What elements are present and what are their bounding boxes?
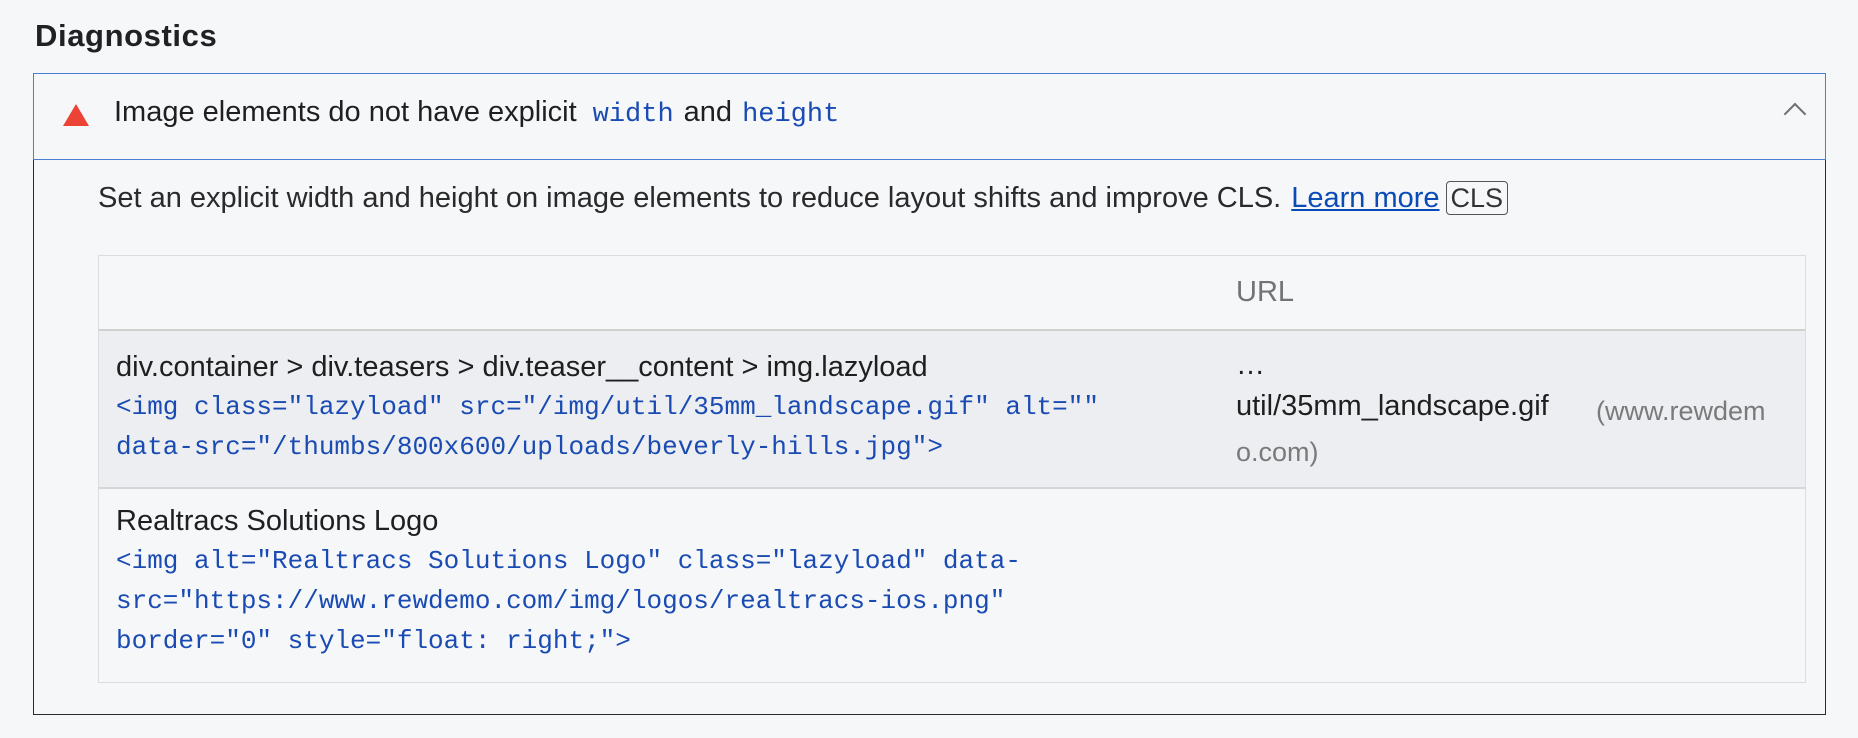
node-label: Realtracs Solutions Logo — [116, 505, 439, 537]
chevron-up-icon[interactable] — [1783, 102, 1807, 126]
table-row: div.container > div.teasers > div.teaser… — [99, 331, 1805, 489]
url-ellipsis: … — [1236, 349, 1265, 381]
description-text: Set an explicit width and height on imag… — [98, 182, 1282, 214]
audit-title-and: and — [683, 96, 733, 128]
learn-more-link[interactable]: Learn more — [1291, 182, 1439, 215]
node-snippet-line: <img alt="Realtracs Solutions Logo" clas… — [116, 546, 1021, 576]
url-host-line2: o.com) — [1236, 437, 1319, 467]
audit-header[interactable]: Image elements do not have explicit widt… — [33, 73, 1826, 160]
table-row: Realtracs Solutions Logo <img alt="Realt… — [99, 489, 1805, 682]
node-snippet-line: data-src="/thumbs/800x600/uploads/beverl… — [116, 432, 943, 462]
cls-badge: CLS — [1445, 181, 1509, 215]
audit-title-prefix: Image elements do not have explicit — [114, 96, 577, 128]
url-host: (www.rewdem o.com) — [1236, 391, 1796, 473]
node-snippet-line: <img class="lazyload" src="/img/util/35m… — [116, 392, 1099, 422]
audit-title: Image elements do not have explicit widt… — [114, 96, 845, 130]
node-snippet-line: border="0" style="float: right;"> — [116, 626, 631, 656]
audit-title-code-height: height — [742, 100, 840, 130]
table-header-url: URL — [1236, 276, 1295, 308]
audit-title-code-width: width — [592, 100, 674, 130]
node-selector: div.container > div.teasers > div.teaser… — [116, 351, 928, 383]
section-title: Diagnostics — [35, 18, 218, 53]
table-header-row: URL — [99, 256, 1805, 331]
audit-description: Set an explicit width and height on imag… — [98, 181, 1509, 215]
fail-triangle-icon — [63, 104, 89, 126]
node-snippet-line: src="https://www.rewdemo.com/img/logos/r… — [116, 586, 1006, 616]
details-table: URL div.container > div.teasers > div.te… — [98, 255, 1806, 683]
url-host-line1: (www.rewdem — [1596, 396, 1766, 426]
